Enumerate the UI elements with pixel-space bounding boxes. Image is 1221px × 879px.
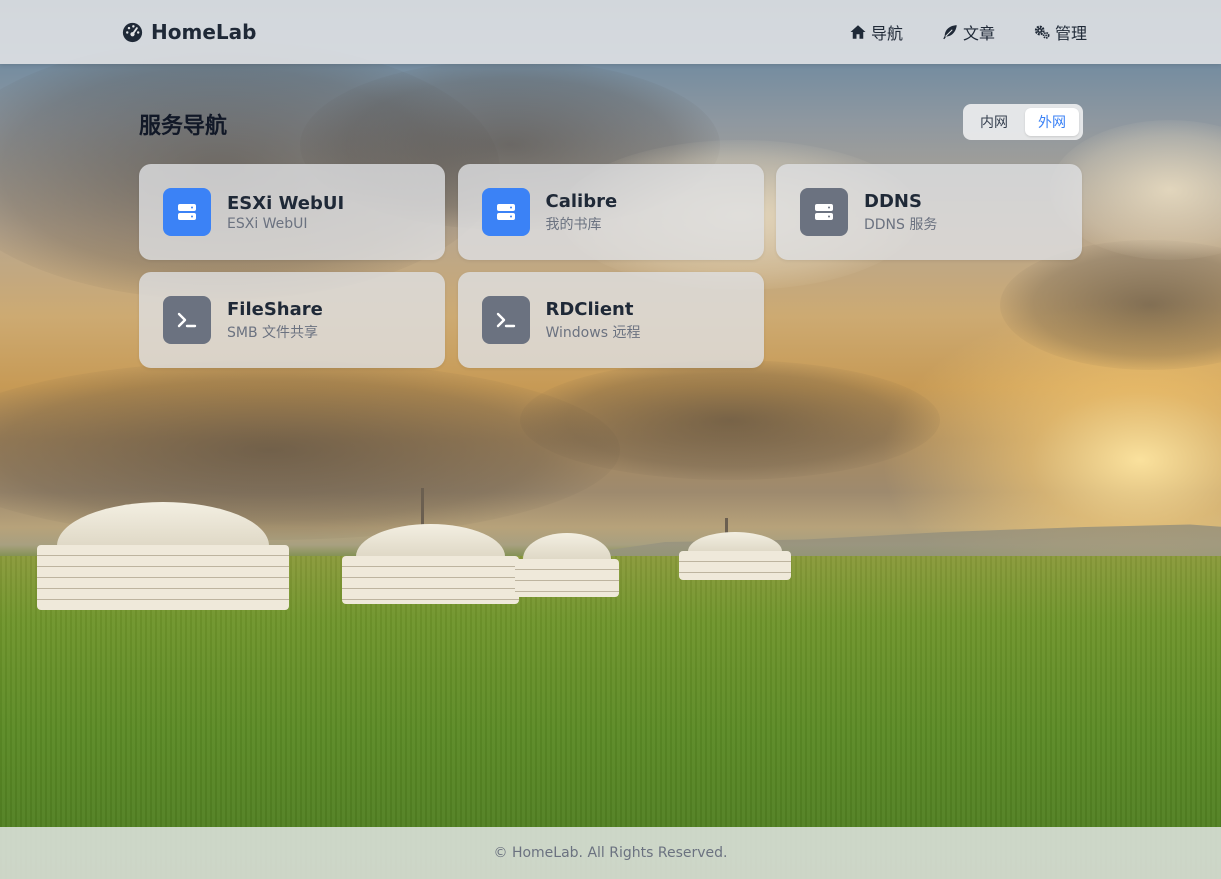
toggle-option-intranet[interactable]: 内网	[967, 108, 1021, 136]
nav-item-navigation[interactable]: 导航	[849, 20, 903, 44]
service-card-rdclient[interactable]: RDClient Windows 远程	[457, 272, 764, 368]
nav-item-label: 导航	[870, 24, 903, 43]
feather-icon	[943, 25, 957, 40]
service-card-fileshare[interactable]: FileShare SMB 文件共享	[139, 272, 445, 368]
service-name: Calibre	[545, 190, 618, 212]
server-icon	[163, 188, 211, 236]
page-title: 服务导航	[139, 114, 228, 139]
service-description: SMB 文件共享	[227, 324, 319, 341]
yurt	[515, 533, 619, 597]
server-icon	[800, 188, 848, 236]
brand-link[interactable]: HomeLab	[122, 18, 256, 46]
service-description: 我的书库	[545, 216, 602, 233]
yurt	[37, 502, 289, 610]
network-toggle: 内网 外网	[963, 104, 1083, 140]
terminal-icon	[163, 296, 211, 344]
terminal-icon	[481, 296, 530, 344]
service-name: ESXi WebUI	[227, 192, 345, 214]
nav-item-label: 文章	[962, 24, 995, 43]
footer: © HomeLab. All Rights Reserved.	[0, 827, 1221, 879]
service-grid: ESXi WebUI ESXi WebUI Calibre 我的书库 DDNS …	[139, 164, 1082, 368]
nav-item-articles[interactable]: 文章	[941, 20, 995, 44]
service-card-esxi[interactable]: ESXi WebUI ESXi WebUI	[139, 164, 445, 260]
service-description: Windows 远程	[545, 324, 641, 341]
server-icon	[481, 188, 530, 236]
nav-item-label: 管理	[1054, 24, 1087, 43]
toggle-option-internet[interactable]: 外网	[1025, 108, 1079, 136]
yurt	[342, 488, 519, 604]
service-name: RDClient	[545, 298, 634, 320]
brand-name: HomeLab	[151, 20, 257, 44]
nav-menu: 导航 文章 管理	[849, 18, 1087, 46]
gears-icon	[1034, 25, 1050, 39]
dashboard-gauge-icon	[122, 22, 143, 42]
cloud	[520, 360, 940, 480]
service-name: DDNS	[864, 190, 922, 212]
top-navbar: HomeLab 导航 文章 管理	[0, 0, 1221, 64]
service-name: FileShare	[227, 298, 323, 320]
home-icon	[850, 25, 866, 39]
service-card-calibre[interactable]: Calibre 我的书库	[457, 164, 764, 260]
nav-item-admin[interactable]: 管理	[1033, 20, 1087, 44]
service-description: DDNS 服务	[864, 216, 938, 233]
footer-copyright: © HomeLab. All Rights Reserved.	[493, 845, 728, 861]
yurt	[679, 518, 791, 580]
service-card-ddns[interactable]: DDNS DDNS 服务	[776, 164, 1082, 260]
service-description: ESXi WebUI	[227, 215, 308, 232]
